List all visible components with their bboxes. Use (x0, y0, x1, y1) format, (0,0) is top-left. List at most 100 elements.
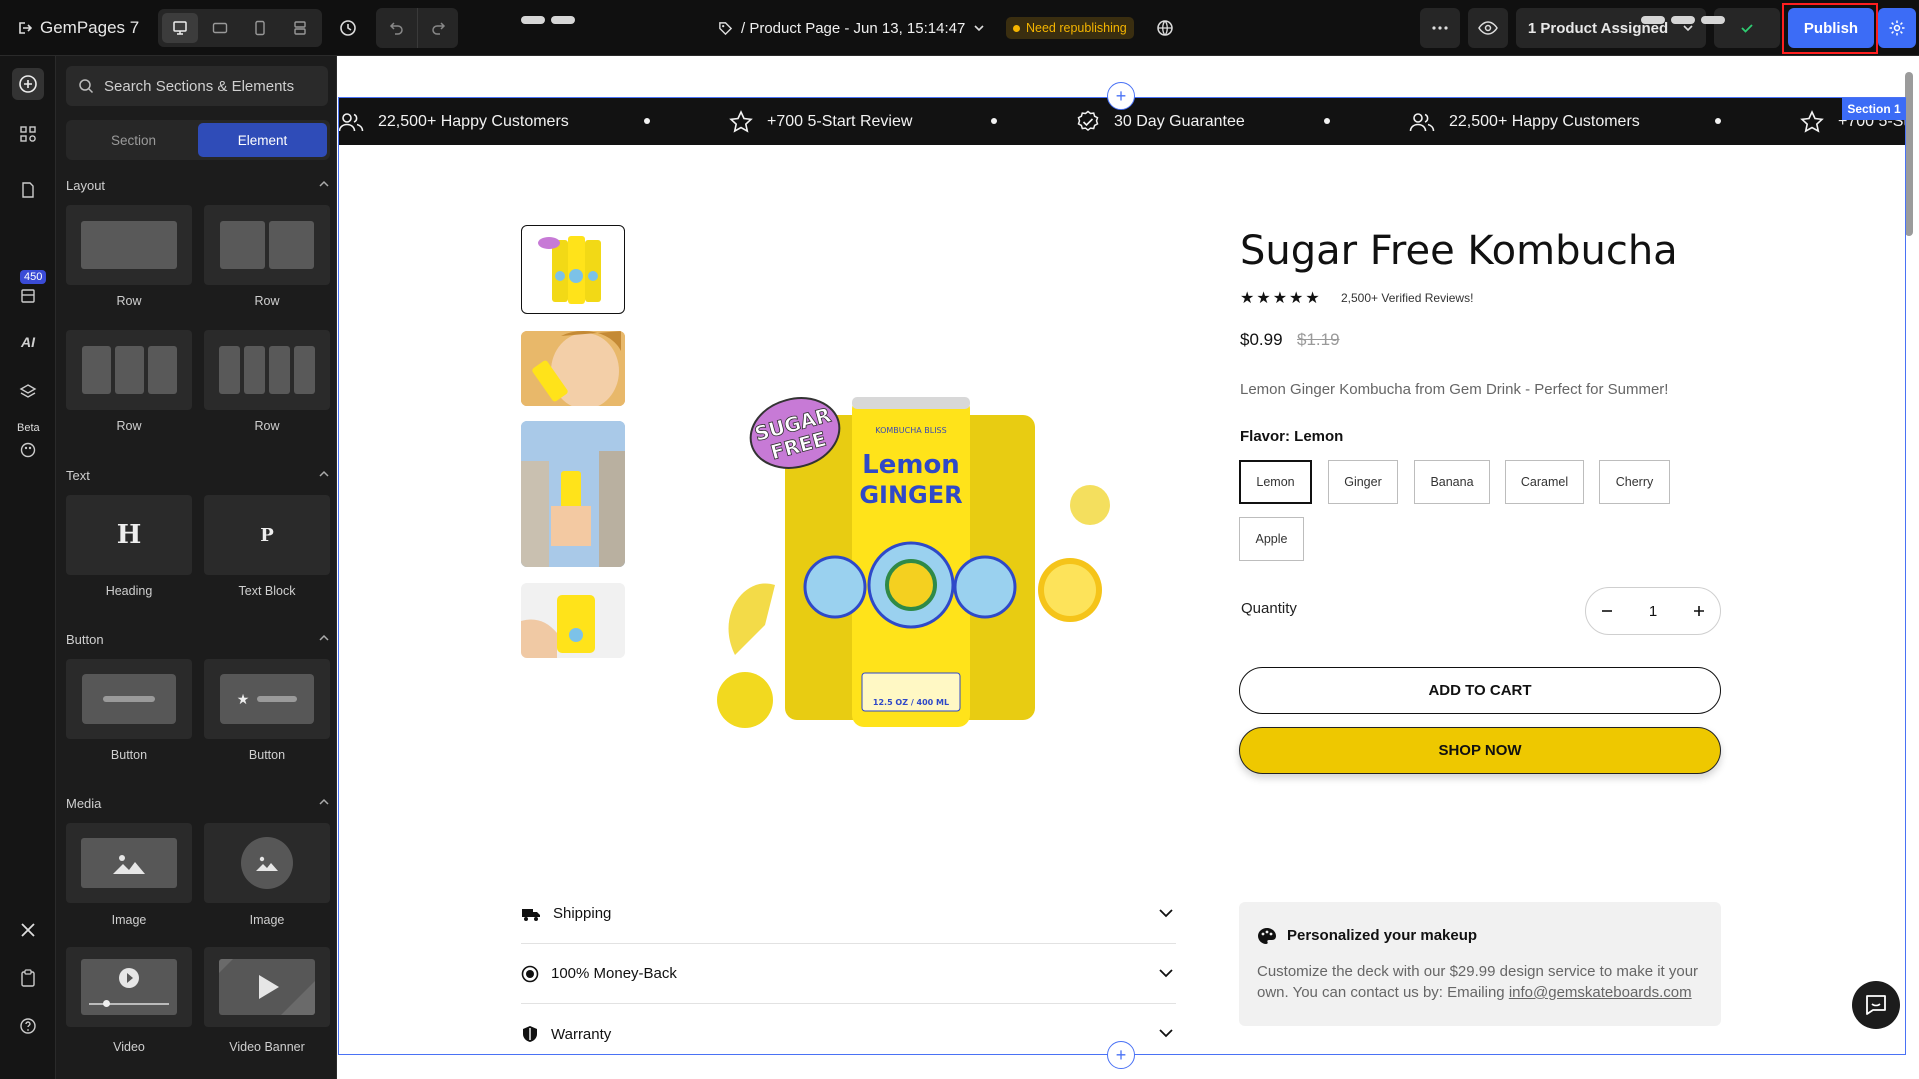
tab-element[interactable]: Element (198, 123, 327, 157)
button-preview-bar (103, 696, 155, 702)
canvas-scrollbar[interactable] (1905, 72, 1913, 236)
quantity-increase-button[interactable] (1692, 604, 1706, 618)
product-thumbnail[interactable] (521, 225, 625, 314)
chevron-down-icon (974, 25, 984, 32)
users-icon (1409, 112, 1435, 131)
product-assigned-dropdown[interactable]: 1 Product Assigned (1516, 8, 1706, 48)
row-3col-element[interactable] (66, 330, 192, 410)
col-preview (294, 346, 315, 394)
redo-button[interactable] (417, 8, 458, 48)
product-thumbnail[interactable] (521, 331, 625, 406)
element-label: Button (110, 748, 148, 762)
button-element[interactable] (66, 659, 192, 739)
add-to-cart-button[interactable]: ADD TO CART (1239, 667, 1721, 714)
flavor-option-cherry[interactable]: Cherry (1599, 460, 1670, 504)
accordion-money-back[interactable]: 100% Money-Back (521, 944, 1176, 1004)
layout-group-header[interactable]: Layout (66, 178, 330, 193)
video-banner-element[interactable] (204, 947, 330, 1027)
row-2col-element[interactable] (204, 205, 330, 285)
image-element[interactable] (66, 823, 192, 903)
save-button[interactable] (1714, 8, 1780, 48)
mobile-view-button[interactable] (242, 13, 278, 43)
row-4col-element[interactable] (204, 330, 330, 410)
apps-button[interactable] (12, 118, 44, 150)
element-label: Row (116, 419, 142, 433)
element-label: Row (254, 294, 280, 308)
text-block-element[interactable]: P (204, 495, 330, 575)
col-preview (81, 346, 111, 394)
button-group-header[interactable]: Button (66, 632, 330, 647)
x-button[interactable] (12, 914, 44, 946)
custom-view-button[interactable] (282, 13, 318, 43)
info-email-link[interactable]: info@gemskateboards.com (1509, 984, 1692, 1001)
plus-circle-icon (19, 75, 37, 93)
flavor-option-banana[interactable]: Banana (1414, 460, 1490, 504)
product-title[interactable]: Sugar Free Kombucha (1240, 228, 1678, 274)
preview-button[interactable] (1468, 8, 1508, 48)
main-product-image[interactable]: KOMBUCHA BLISS Lemon GINGER 12.5 OZ / 40… (700, 355, 1120, 745)
heading-element[interactable]: H (66, 495, 192, 575)
shop-now-button[interactable]: SHOP NOW (1239, 727, 1721, 774)
layers-button[interactable] (12, 376, 44, 408)
undo-button[interactable] (376, 8, 417, 48)
star-icon (1800, 109, 1824, 133)
accordion-shipping[interactable]: Shipping (521, 884, 1176, 944)
video-element[interactable] (66, 947, 192, 1027)
help-icon (20, 1018, 36, 1034)
more-options-button[interactable] (1420, 8, 1460, 48)
product-thumbnail[interactable] (521, 583, 625, 658)
marquee-text: +700 5-Start Review (767, 112, 913, 130)
clipboard-button[interactable] (12, 962, 44, 994)
global-style-button[interactable] (12, 434, 44, 466)
image-circle-preview (241, 837, 293, 889)
add-section-above-button[interactable]: + (1107, 82, 1135, 110)
accordion-title: 100% Money-Back (551, 965, 677, 982)
media-group-header[interactable]: Media (66, 796, 330, 811)
help-button[interactable] (12, 1010, 44, 1042)
chevron-down-icon (1159, 969, 1173, 978)
col-preview (219, 346, 240, 394)
text-group-header[interactable]: Text (66, 468, 330, 483)
translate-button[interactable] (1152, 14, 1178, 42)
plus-icon (1694, 606, 1704, 616)
chat-button[interactable] (1852, 981, 1900, 1029)
flavor-option-lemon[interactable]: Lemon (1239, 460, 1312, 504)
quantity-stepper: 1 (1585, 587, 1721, 635)
marquee-text: 22,500+ Happy Customers (378, 112, 569, 130)
quantity-decrease-button[interactable] (1600, 604, 1614, 618)
review-count: 2,500+ Verified Reviews! (1341, 291, 1474, 305)
video-progress-track (89, 1003, 169, 1005)
page-title-dropdown[interactable]: / Product Page - Jun 13, 15:14:47 (718, 14, 985, 42)
marquee-separator (644, 118, 650, 124)
pages-button[interactable] (12, 174, 44, 206)
icon-button-element[interactable]: ★ (204, 659, 330, 739)
element-label: Row (254, 419, 280, 433)
element-label: Text Block (238, 584, 296, 598)
exit-editor-button[interactable]: GemPages 7 (16, 14, 139, 42)
check-icon (1741, 24, 1753, 33)
row-1col-element[interactable] (66, 205, 192, 285)
template-icon (21, 289, 35, 303)
ai-button[interactable]: AI (12, 326, 44, 358)
add-elements-button[interactable] (12, 68, 44, 100)
accordion-warranty[interactable]: Warranty (521, 1004, 1176, 1064)
desktop-view-button[interactable] (162, 13, 198, 43)
col-preview (269, 221, 314, 269)
layers-icon (19, 384, 37, 398)
image-circle-element[interactable] (204, 823, 330, 903)
search-input[interactable]: Search Sections & Elements (66, 66, 328, 106)
history-button[interactable] (336, 12, 360, 44)
tablet-landscape-button[interactable] (202, 13, 238, 43)
quantity-value[interactable]: 1 (1649, 603, 1657, 620)
product-thumbnail[interactable] (521, 421, 625, 567)
flavor-option-caramel[interactable]: Caramel (1505, 460, 1584, 504)
thumbnail-image (521, 421, 625, 567)
settings-button[interactable] (1878, 8, 1916, 48)
templates-button[interactable] (12, 280, 44, 312)
section-badge[interactable]: Section 1 (1842, 98, 1906, 120)
bullet (1671, 16, 1695, 24)
chevron-up-icon (319, 798, 329, 805)
flavor-option-ginger[interactable]: Ginger (1328, 460, 1398, 504)
flavor-option-apple[interactable]: Apple (1239, 517, 1304, 561)
tab-section[interactable]: Section (69, 123, 198, 157)
